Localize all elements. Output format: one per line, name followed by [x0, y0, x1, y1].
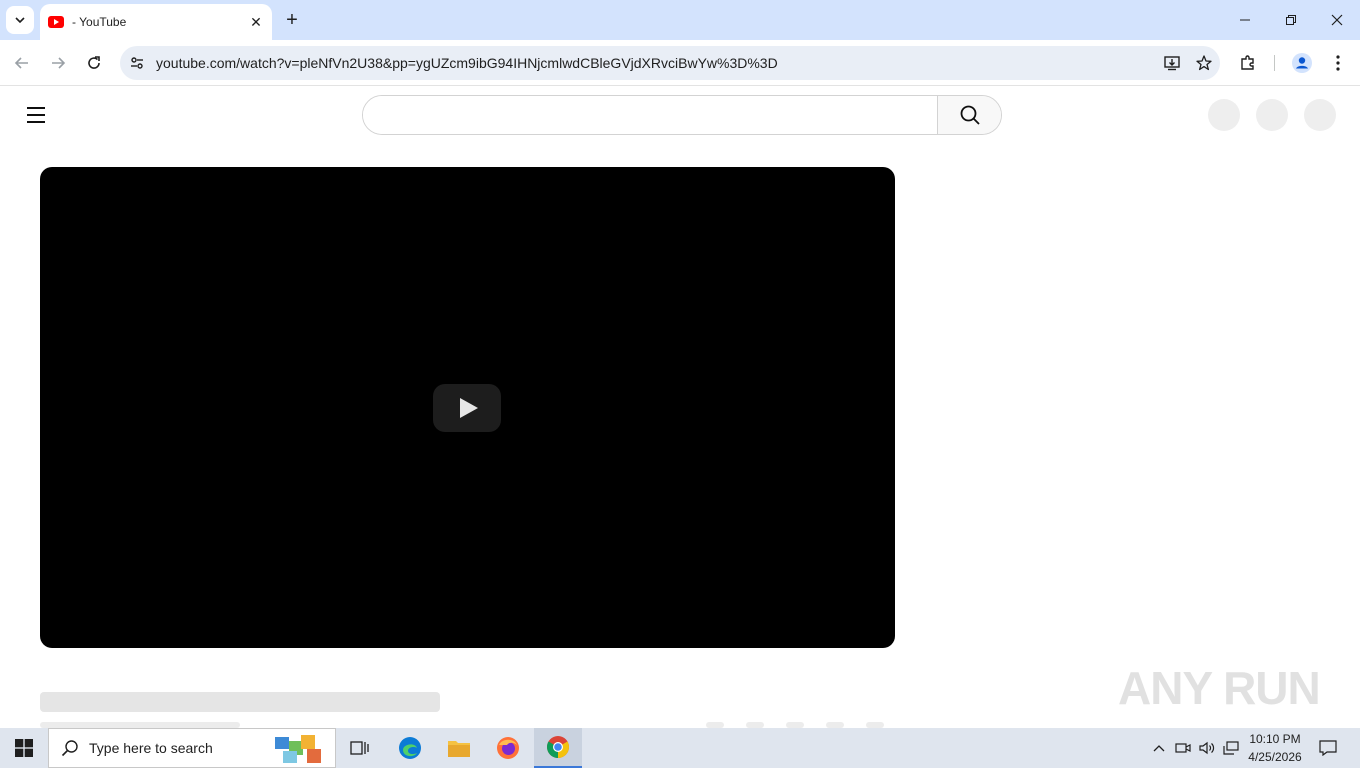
site-settings-button[interactable] [120, 46, 154, 80]
tune-icon [131, 57, 143, 69]
tab-strip: - YouTube ✕ + [0, 0, 1360, 40]
header-placeholder-circle [1208, 99, 1240, 131]
profile-button[interactable] [1288, 49, 1316, 77]
search-icon [960, 105, 980, 125]
header-placeholder-circle [1256, 99, 1288, 131]
edge-taskbar-button[interactable] [386, 728, 434, 768]
video-title-skeleton [40, 692, 440, 712]
show-hidden-icons-button[interactable] [1148, 728, 1170, 768]
hamburger-line [27, 114, 45, 116]
reload-icon [88, 56, 100, 69]
search-highlight-image [265, 731, 327, 767]
video-player[interactable] [40, 167, 895, 648]
clock-date: 4/25/2026 [1248, 750, 1302, 764]
network-button[interactable] [1220, 728, 1242, 768]
taskbar-search-placeholder: Type here to search [89, 740, 213, 756]
install-app-button[interactable] [1156, 47, 1188, 79]
reload-button[interactable] [80, 49, 108, 77]
install-icon [1164, 56, 1180, 71]
star-icon [1196, 55, 1212, 71]
tab-close-icon[interactable]: ✕ [248, 14, 264, 30]
minimize-button[interactable] [1222, 0, 1268, 40]
tab-title: - YouTube [72, 15, 127, 29]
file-explorer-taskbar-button[interactable] [435, 728, 483, 768]
play-button[interactable] [433, 384, 501, 432]
clock-time: 10:10 PM [1249, 732, 1301, 746]
back-button[interactable] [8, 49, 36, 77]
search-icon [61, 740, 78, 757]
browser-tab[interactable]: - YouTube ✕ [40, 4, 272, 40]
forward-button[interactable] [44, 49, 72, 77]
network-icon [1223, 741, 1239, 755]
firefox-icon [497, 737, 519, 759]
puzzle-icon [1241, 55, 1254, 70]
minimize-icon [1240, 19, 1250, 21]
close-window-button[interactable] [1314, 0, 1360, 40]
address-bar[interactable]: youtube.com/watch?v=pleNfVn2U38&pp=ygUZc… [120, 46, 1220, 80]
youtube-favicon-icon [48, 16, 64, 28]
browser-menu-button[interactable] [1324, 49, 1352, 77]
taskbar-clock[interactable]: 10:10 PM 4/25/2026 [1244, 730, 1306, 766]
chevron-down-icon [15, 17, 25, 24]
browser-toolbar: youtube.com/watch?v=pleNfVn2U38&pp=ygUZc… [0, 40, 1360, 86]
hamburger-icon [27, 107, 45, 109]
windows-logo-icon [15, 739, 33, 757]
notification-center-button[interactable] [1314, 728, 1342, 768]
restore-icon [1286, 15, 1296, 25]
close-icon [1331, 14, 1343, 26]
task-view-button[interactable] [336, 728, 384, 768]
restore-button[interactable] [1268, 0, 1314, 40]
chrome-taskbar-button[interactable] [534, 728, 582, 768]
folder-icon [448, 741, 470, 757]
windows-taskbar: Type here to search 10:10 PM 4/25/2026 [0, 728, 1360, 768]
anyrun-watermark: ANY RUN [1118, 662, 1321, 714]
toolbar-divider [1274, 55, 1275, 71]
camera-icon [1175, 743, 1191, 753]
meet-now-button[interactable] [1172, 728, 1194, 768]
bookmark-button[interactable] [1188, 47, 1220, 79]
hamburger-line [27, 121, 45, 123]
task-view-icon [350, 741, 369, 755]
start-button[interactable] [0, 728, 48, 768]
header-placeholder-circle [1304, 99, 1336, 131]
edge-icon [399, 737, 421, 759]
speaker-icon [1199, 741, 1215, 755]
extensions-button[interactable] [1234, 49, 1262, 77]
chevron-up-icon [1153, 745, 1165, 752]
youtube-search-button[interactable] [937, 96, 1001, 134]
tab-search-button[interactable] [6, 6, 34, 34]
arrow-right-icon [52, 57, 66, 69]
notification-icon [1319, 740, 1337, 756]
url-text[interactable]: youtube.com/watch?v=pleNfVn2U38&pp=ygUZc… [156, 55, 1156, 71]
arrow-left-icon [14, 57, 28, 69]
taskbar-search-box[interactable]: Type here to search [48, 728, 336, 768]
youtube-search-input[interactable] [363, 96, 937, 134]
profile-icon [1292, 53, 1312, 73]
guide-menu-button[interactable] [22, 101, 50, 129]
youtube-search-box [362, 95, 1002, 135]
kebab-menu-icon [1336, 55, 1340, 71]
chrome-icon [547, 736, 569, 758]
volume-button[interactable] [1196, 728, 1218, 768]
new-tab-button[interactable]: + [280, 8, 304, 32]
firefox-taskbar-button[interactable] [484, 728, 532, 768]
